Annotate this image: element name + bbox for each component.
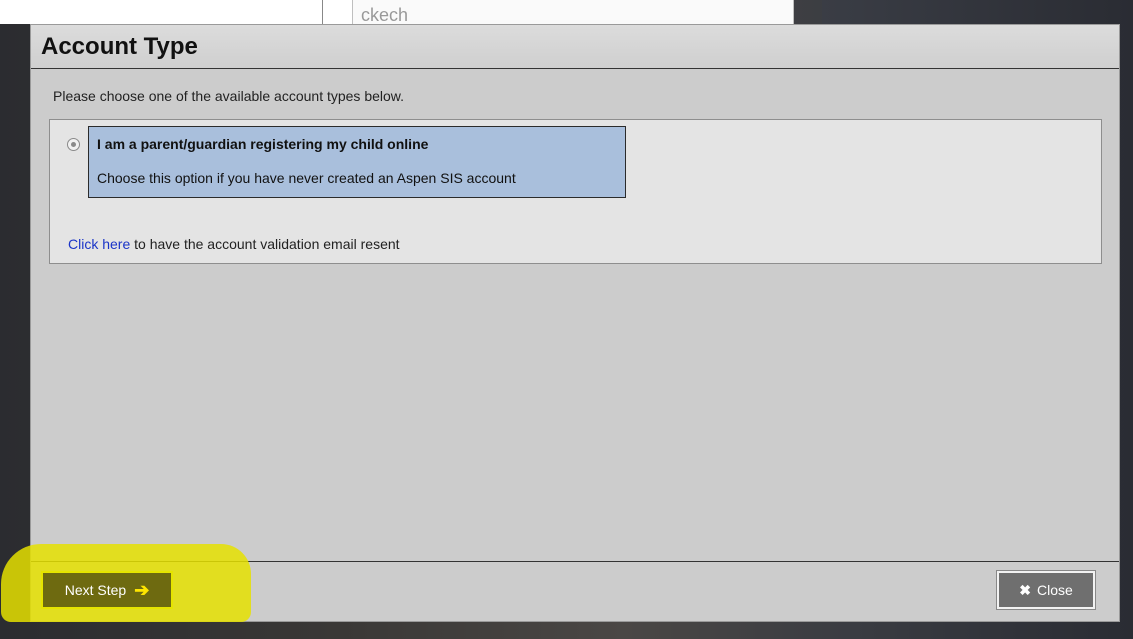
close-button[interactable]: ✖ Close <box>997 571 1095 609</box>
background-divider <box>322 0 323 24</box>
background-dark-area <box>822 0 1133 24</box>
intro-text: Please choose one of the available accou… <box>53 88 405 104</box>
resend-text: to have the account validation email res… <box>130 236 400 252</box>
background-field: ckech <box>352 0 794 26</box>
background-page <box>0 0 352 24</box>
close-label: Close <box>1036 582 1073 598</box>
arrow-right-icon: ➔ <box>134 579 150 600</box>
dialog-footer: Next Step ➔ ✖ Close <box>1 544 1119 622</box>
next-step-button[interactable]: Next Step ➔ <box>41 571 173 609</box>
next-step-label: Next Step <box>64 582 127 598</box>
dialog-header: Account Type <box>31 25 1119 69</box>
resend-link[interactable]: Click here <box>68 236 130 252</box>
parent-guardian-option[interactable]: I am a parent/guardian registering my ch… <box>88 126 626 198</box>
account-type-dialog: Account Type Please choose one of the av… <box>1 24 1120 622</box>
dialog-title: Account Type <box>41 33 198 60</box>
option-description: Choose this option if you have never cre… <box>97 170 516 186</box>
x-icon: ✖ <box>1019 581 1031 598</box>
account-type-radio[interactable] <box>67 138 80 151</box>
account-options-box: I am a parent/guardian registering my ch… <box>49 119 1102 264</box>
resend-line: Click here to have the account validatio… <box>68 236 400 252</box>
option-title: I am a parent/guardian registering my ch… <box>97 136 429 152</box>
